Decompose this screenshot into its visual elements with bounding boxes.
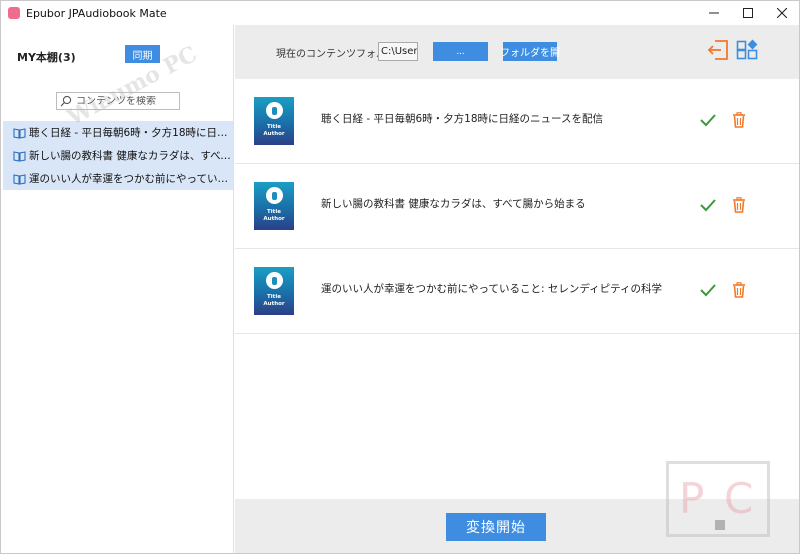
book-cover: Title Author: [254, 182, 294, 230]
cover-author: Author: [263, 131, 285, 137]
close-button[interactable]: [765, 1, 799, 25]
trash-icon[interactable]: [732, 197, 746, 213]
sidebar-book-item[interactable]: 聴く日経 - 平日毎朝6時・夕方18時に日経のニュースを配信: [3, 121, 233, 144]
sidebar-book-item[interactable]: 新しい腸の教科書 健康なカラダは、すべて腸から始まる: [3, 144, 233, 167]
check-icon: [700, 284, 716, 297]
sidebar: MY本棚(3) 同期 聴く日経 - 平日毎朝6時・夕方18時に日経のニュースを配…: [1, 25, 234, 553]
content-folder-path-field[interactable]: C:\Users\: [378, 42, 418, 61]
book-cover: Title Author: [254, 267, 294, 315]
sidebar-book-label: 新しい腸の教科書 健康なカラダは、すべて腸から始まる: [29, 150, 233, 162]
logout-icon[interactable]: [707, 39, 729, 61]
close-icon: [777, 8, 787, 18]
book-list: 聴く日経 - 平日毎朝6時・夕方18時に日経のニュースを配信 新しい腸の教科書 …: [3, 121, 233, 190]
search-icon: [60, 95, 72, 107]
title-bar: Epubor JPAudiobook Mate: [1, 1, 799, 25]
maximize-button[interactable]: [731, 1, 765, 25]
window-controls: [697, 1, 799, 25]
app-logo-icon: [8, 7, 20, 19]
check-icon: [700, 114, 716, 127]
app-window: Epubor JPAudiobook Mate MY本棚(3) 同期 コンテンツ…: [0, 0, 800, 554]
book-icon: [13, 173, 26, 185]
sidebar-book-item[interactable]: 運のいい人が幸運をつかむ前にやっていること: セレンディピティの科学: [3, 167, 233, 190]
apps-icon[interactable]: [736, 39, 758, 61]
book-icon: [13, 150, 26, 162]
cover-author: Author: [263, 216, 285, 222]
lightbulb-icon: [265, 102, 283, 119]
trash-icon[interactable]: [732, 112, 746, 128]
toolbar: 現在のコンテンツフォルダ： C:\Users\ ... フォルダを開: [235, 25, 799, 79]
sync-button[interactable]: 同期: [125, 45, 160, 63]
shelf-title: MY本棚(3): [17, 51, 76, 64]
sidebar-book-label: 運のいい人が幸運をつかむ前にやっていること: セレンディピティの科学: [29, 173, 233, 185]
lightbulb-icon: [265, 187, 283, 204]
sidebar-book-label: 聴く日経 - 平日毎朝6時・夕方18時に日経のニュースを配信: [29, 127, 233, 139]
search-input[interactable]: [76, 95, 176, 107]
book-row[interactable]: Title Author 新しい腸の教科書 健康なカラダは、すべて腸から始まる: [235, 164, 799, 249]
window-title: Epubor JPAudiobook Mate: [26, 6, 167, 20]
minimize-button[interactable]: [697, 1, 731, 25]
start-conversion-button[interactable]: 変換開始: [446, 513, 546, 541]
book-cover: Title Author: [254, 97, 294, 145]
trash-icon[interactable]: [732, 282, 746, 298]
browse-folder-button[interactable]: ...: [433, 42, 488, 61]
book-icon: [13, 127, 26, 139]
content-list: Title Author 聴く日経 - 平日毎朝6時・夕方18時に日経のニュースを…: [235, 79, 799, 499]
search-box[interactable]: [56, 92, 180, 110]
book-title: 新しい腸の教科書 健康なカラダは、すべて腸から始まる: [321, 198, 586, 210]
maximize-icon: [743, 8, 753, 18]
book-row[interactable]: Title Author 聴く日経 - 平日毎朝6時・夕方18時に日経のニュースを…: [235, 79, 799, 164]
cover-author: Author: [263, 301, 285, 307]
cover-title: Title: [267, 294, 281, 300]
bottom-bar: 変換開始: [235, 499, 799, 553]
cover-title: Title: [267, 209, 281, 215]
lightbulb-icon: [265, 272, 283, 289]
book-title: 運のいい人が幸運をつかむ前にやっていること: セレンディピティの科学: [321, 283, 662, 295]
book-row[interactable]: Title Author 運のいい人が幸運をつかむ前にやっていること: セレンディ…: [235, 249, 799, 334]
cover-title: Title: [267, 124, 281, 130]
book-title: 聴く日経 - 平日毎朝6時・夕方18時に日経のニュースを配信: [321, 113, 603, 125]
open-folder-button[interactable]: フォルダを開: [500, 42, 560, 61]
check-icon: [700, 199, 716, 212]
minimize-icon: [709, 12, 719, 14]
